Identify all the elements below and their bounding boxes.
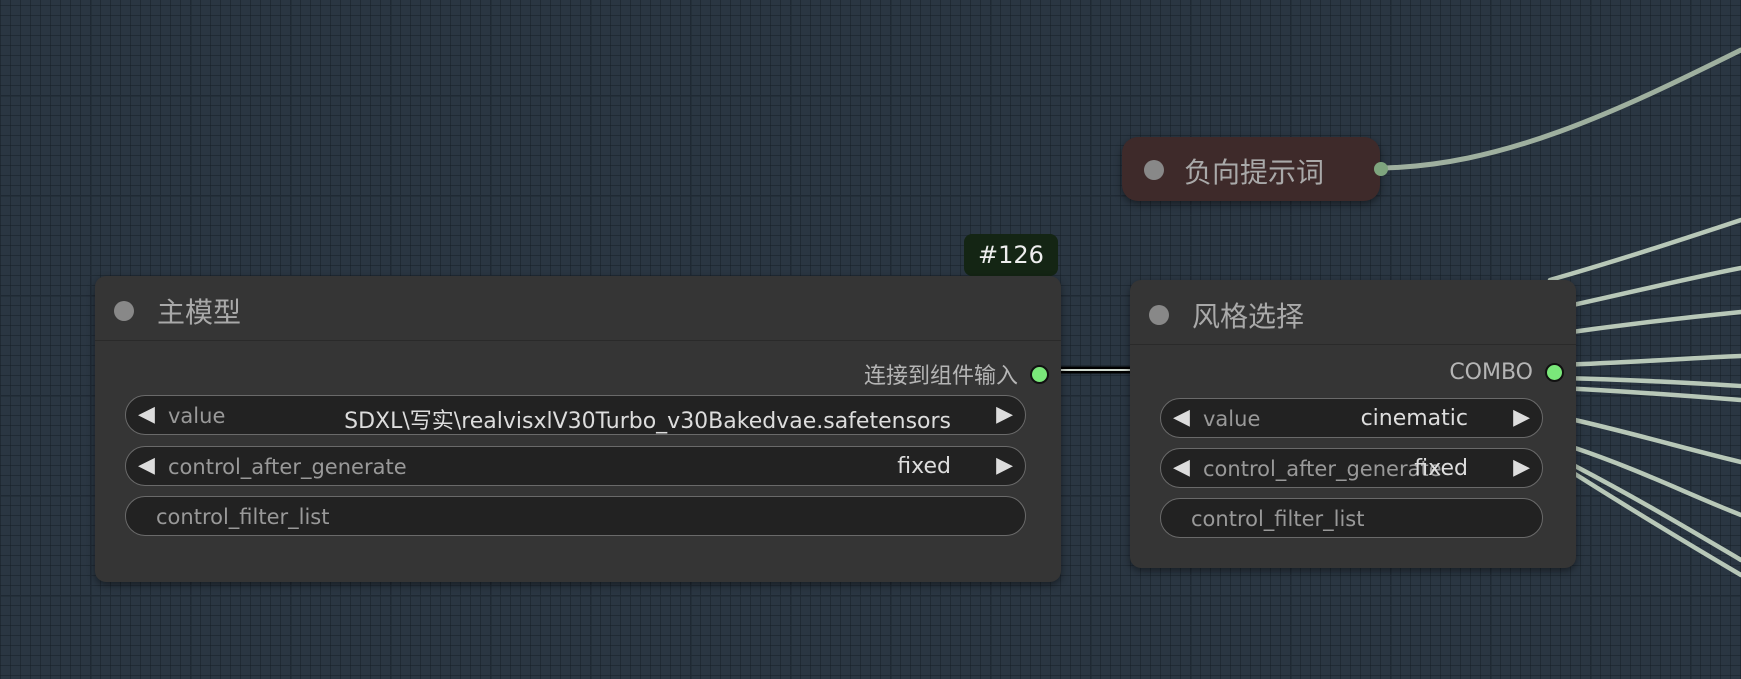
control-filter-list-widget[interactable]: control_filter_list — [1160, 498, 1543, 538]
widget-label: control_filter_list — [156, 505, 330, 529]
node-title: 主模型 — [157, 296, 242, 329]
widget-value: cinematic — [1360, 406, 1468, 431]
arrow-left-icon[interactable]: ◀ — [138, 402, 155, 427]
value-combo-widget[interactable]: ◀ value cinematic ▶ — [1160, 398, 1543, 438]
output-slot[interactable]: COMBO — [1449, 360, 1564, 385]
wire-combo-out-2 — [1547, 265, 1741, 313]
collapse-dot-icon[interactable] — [1144, 160, 1164, 180]
output-slot[interactable]: 连接到组件输入 — [864, 358, 1049, 390]
output-slot-dot[interactable] — [1545, 363, 1564, 382]
widget-label: control_after_generate — [1203, 457, 1442, 481]
output-slot-dot[interactable] — [1030, 364, 1049, 384]
widget-value: SDXL\写实\realvisxlV30Turbo_v30Bakedvae.sa… — [344, 409, 951, 434]
arrow-right-icon[interactable]: ▶ — [1513, 455, 1530, 480]
wire-combo-out-10 — [1572, 471, 1741, 578]
wire-combo-out-6 — [1557, 385, 1741, 403]
collapse-dot-icon[interactable] — [1149, 305, 1169, 325]
arrow-left-icon[interactable]: ◀ — [138, 453, 155, 478]
output-label: COMBO — [1449, 360, 1533, 385]
arrow-right-icon[interactable]: ▶ — [996, 453, 1013, 478]
widget-label: value — [168, 404, 226, 428]
node-id-badge: #126 — [964, 234, 1058, 276]
wire-combo-out-3 — [1547, 309, 1741, 338]
node-title-bar[interactable]: 主模型 — [95, 276, 1061, 341]
main-model-node[interactable]: 主模型 连接到组件输入 ◀ value SDXL\写实\realvisxlV30… — [95, 276, 1061, 582]
wire-combo-out-5 — [1557, 375, 1741, 389]
control-filter-list-widget[interactable]: control_filter_list — [125, 496, 1026, 536]
widget-label: value — [1203, 407, 1261, 431]
arrow-left-icon[interactable]: ◀ — [1173, 455, 1190, 480]
arrow-right-icon[interactable]: ▶ — [996, 402, 1013, 427]
wire-negative-prompt-out — [1373, 47, 1741, 171]
widget-value: fixed — [897, 454, 951, 479]
negative-prompt-node[interactable]: 负向提示词 — [1122, 137, 1388, 201]
node-title-bar[interactable]: 风格选择 — [1130, 280, 1576, 345]
control-after-generate-widget[interactable]: ◀ control_after_generate fixed ▶ — [125, 446, 1026, 486]
wire-combo-out-4 — [1557, 353, 1741, 368]
widget-label: control_filter_list — [1191, 507, 1365, 531]
widget-label: control_after_generate — [168, 455, 407, 479]
widget-value: fixed — [1414, 456, 1468, 481]
output-slot-dot[interactable] — [1374, 162, 1388, 176]
arrow-right-icon[interactable]: ▶ — [1513, 405, 1530, 430]
style-select-node[interactable]: 风格选择 COMBO ◀ value cinematic ▶ ◀ control… — [1130, 280, 1576, 568]
node-title: 风格选择 — [1192, 300, 1305, 333]
output-label: 连接到组件输入 — [863, 364, 1018, 389]
value-combo-widget[interactable]: ◀ value SDXL\写实\realvisxlV30Turbo_v30Bak… — [125, 395, 1026, 435]
arrow-left-icon[interactable]: ◀ — [1173, 405, 1190, 430]
collapse-dot-icon[interactable] — [114, 301, 134, 321]
control-after-generate-widget[interactable]: ◀ control_after_generate fixed ▶ — [1160, 448, 1543, 488]
wire-combo-out-1 — [1547, 217, 1741, 283]
node-title: 负向提示词 — [1184, 156, 1325, 189]
